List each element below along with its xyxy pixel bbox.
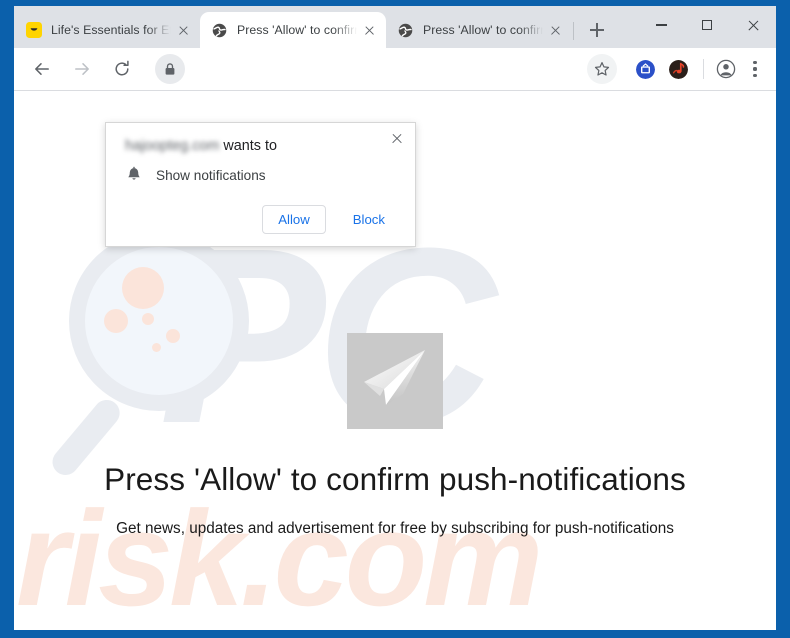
lock-icon <box>165 63 175 75</box>
notification-permission-dialog: hajoopteg.com wants to Show notification… <box>105 122 416 247</box>
profile-avatar-button[interactable] <box>712 55 740 83</box>
new-tab-button[interactable] <box>582 15 612 45</box>
permission-dialog-actions: Allow Block <box>262 205 401 234</box>
allow-button[interactable]: Allow <box>262 205 326 234</box>
page-content: PC risk.com Press 'Allow' to confirm pus… <box>14 91 776 629</box>
tv-extension-icon[interactable] <box>636 59 655 79</box>
paper-plane-icon <box>347 333 443 429</box>
forward-button[interactable] <box>67 54 97 84</box>
permission-dialog-domain: hajoopteg.com <box>125 138 220 154</box>
bell-icon <box>125 166 143 184</box>
three-dot-menu-button[interactable] <box>742 55 768 83</box>
permission-request-label: Show notifications <box>156 167 266 183</box>
bookmark-star-button[interactable] <box>587 54 617 84</box>
site-info-lock-button[interactable] <box>155 54 185 84</box>
tab-title: Press 'Allow' to confirm p <box>423 23 543 37</box>
browser-tab-2[interactable]: Press 'Allow' to confirm p <box>200 12 386 48</box>
globe-favicon <box>211 22 228 39</box>
close-dialog-icon[interactable] <box>387 129 407 149</box>
permission-dialog-title: hajoopteg.com wants to <box>125 138 277 154</box>
tab-divider <box>573 22 574 40</box>
close-window-button[interactable] <box>730 6 776 44</box>
page-subline: Get news, updates and advertisement for … <box>116 520 674 537</box>
minimize-window-button[interactable] <box>638 6 684 44</box>
profile-avatar-icon <box>716 59 736 79</box>
browser-toolbar <box>14 48 776 91</box>
browser-tab-1[interactable]: Life's Essentials for Effortl <box>14 12 200 48</box>
star-icon <box>594 62 610 76</box>
music-extension-icon[interactable] <box>669 59 688 79</box>
browser-tab-3[interactable]: Press 'Allow' to confirm p <box>386 12 572 48</box>
back-button[interactable] <box>27 54 57 84</box>
page-headline: Press 'Allow' to confirm push-notificati… <box>104 461 686 497</box>
reload-button[interactable] <box>107 54 137 84</box>
tab-strip: Life's Essentials for Effortl Press 'All… <box>14 6 776 48</box>
close-tab-icon[interactable] <box>175 22 192 39</box>
close-tab-icon[interactable] <box>547 22 564 39</box>
maximize-window-button[interactable] <box>684 6 730 44</box>
block-button[interactable]: Block <box>337 205 401 234</box>
toolbar-divider <box>703 59 704 79</box>
permission-request-row: Show notifications <box>125 166 266 184</box>
tab-title: Press 'Allow' to confirm p <box>237 23 357 37</box>
toolbar-right-actions <box>587 54 768 84</box>
window-controls <box>638 6 776 44</box>
permission-dialog-title-suffix: wants to <box>219 138 277 154</box>
close-tab-icon[interactable] <box>361 22 378 39</box>
browser-window-frame: Life's Essentials for Effortl Press 'All… <box>0 0 790 638</box>
browser-window: Life's Essentials for Effortl Press 'All… <box>14 6 776 630</box>
tab-title: Life's Essentials for Effortl <box>51 23 171 37</box>
smile-favicon <box>25 22 42 39</box>
globe-favicon <box>397 22 414 39</box>
